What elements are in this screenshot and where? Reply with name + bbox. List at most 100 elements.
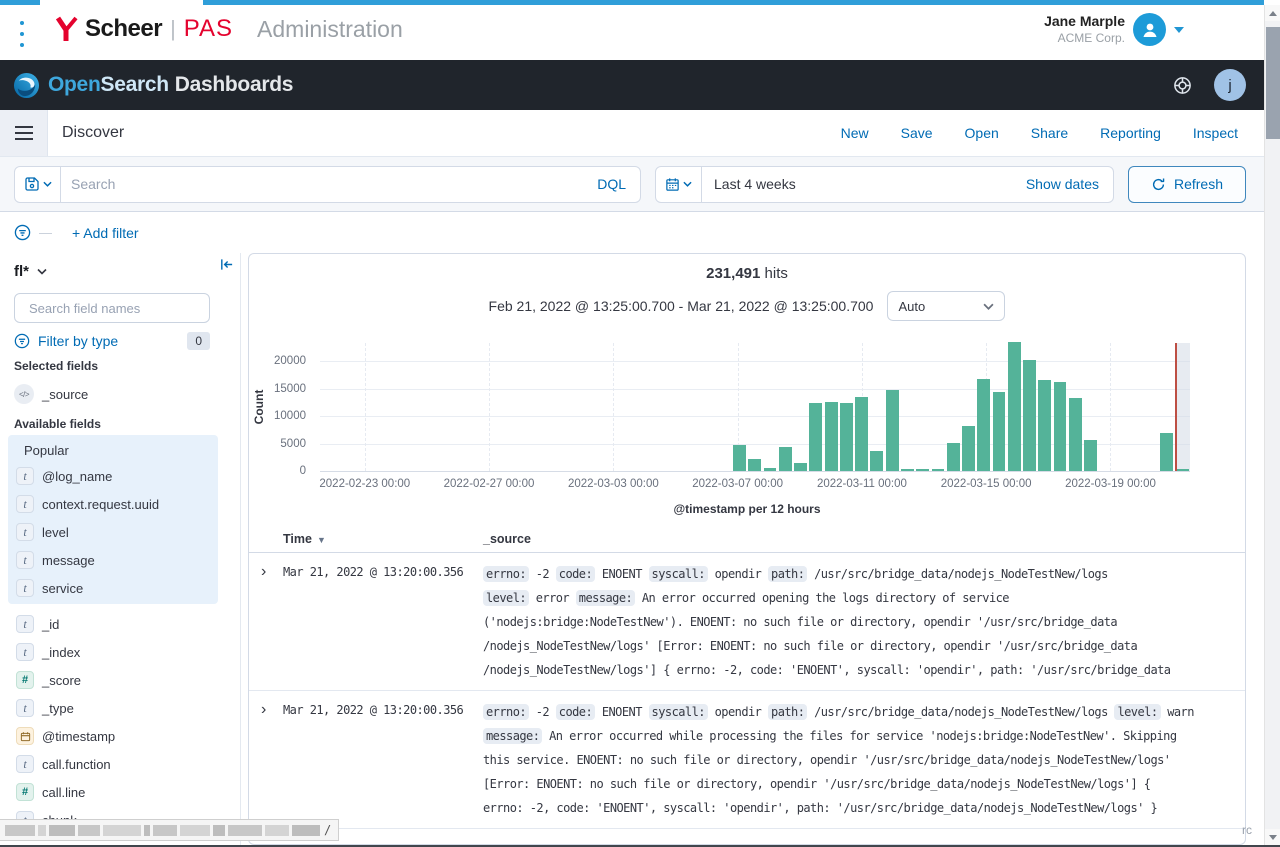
saved-query-menu-button[interactable]	[15, 167, 61, 202]
help-icon[interactable]	[1173, 76, 1192, 95]
nav-link-inspect[interactable]: Inspect	[1193, 125, 1238, 141]
time-range-value[interactable]: Last 4 weeks	[702, 176, 1026, 192]
hits-count: 231,491	[706, 265, 760, 282]
expand-row-button[interactable]: ›	[257, 700, 283, 820]
v-gridline	[1110, 343, 1111, 471]
field-item-_type[interactable]: t_type	[8, 694, 218, 722]
time-column-header[interactable]: Time▼	[283, 532, 483, 546]
histogram-bar	[977, 379, 990, 471]
redacted-url-block	[78, 825, 100, 836]
filter-bar: — + Add filter	[0, 212, 1264, 253]
interval-select[interactable]: Auto	[887, 291, 1005, 321]
vertical-scrollbar[interactable]	[1264, 5, 1280, 845]
user-dropdown-caret-icon[interactable]	[1174, 27, 1184, 33]
y-tick-label: 0	[250, 465, 306, 477]
histogram-bar	[1054, 382, 1067, 471]
field-item-service[interactable]: tservice	[8, 574, 218, 602]
field-item-_source[interactable]: </>_source	[0, 380, 240, 408]
y-tick-label: 15000	[250, 383, 306, 395]
y-tick-label: 5000	[250, 438, 306, 450]
discover-results-panel: 231,491 hits Feb 21, 2022 @ 13:25:00.700…	[248, 253, 1246, 845]
v-gridline	[489, 343, 490, 471]
query-language-button[interactable]: DQL	[583, 176, 640, 192]
osd-user-avatar[interactable]: j	[1214, 69, 1246, 101]
histogram-bar	[1069, 398, 1082, 471]
index-pattern-selector[interactable]: fl*	[0, 257, 240, 283]
source-column-header: _source	[483, 532, 1237, 546]
redacted-url-block	[49, 825, 75, 836]
field-type-number-icon: #	[16, 671, 34, 689]
scheer-divider: |	[170, 16, 176, 42]
chevron-down-icon	[37, 268, 47, 275]
field-item-@log_name[interactable]: t@log_name	[8, 462, 218, 490]
nav-link-share[interactable]: Share	[1031, 125, 1068, 141]
current-time-marker	[1175, 343, 1177, 471]
available-fields-heading: Available fields	[0, 417, 115, 431]
field-key-chip: path:	[768, 704, 807, 720]
field-type-string-icon: t	[16, 579, 34, 597]
nav-link-new[interactable]: New	[841, 125, 869, 141]
field-search-input[interactable]	[29, 301, 205, 316]
show-dates-button[interactable]: Show dates	[1026, 176, 1113, 192]
refresh-button[interactable]: Refresh	[1128, 166, 1246, 203]
y-tick-label: 20000	[250, 355, 306, 367]
search-box: DQL	[14, 166, 641, 203]
histogram-bar	[962, 426, 975, 471]
redacted-url-block	[265, 825, 289, 836]
doc-table-row: ›Mar 21, 2022 @ 13:20:00.356errno: -2 co…	[249, 553, 1245, 691]
sidebar-toggle-button[interactable]	[0, 110, 48, 156]
date-picker: Last 4 weeks Show dates	[655, 166, 1114, 203]
field-item-_index[interactable]: t_index	[8, 638, 218, 666]
current-bucket-shade	[1175, 343, 1190, 471]
redacted-url-block	[180, 825, 210, 836]
field-type-string-icon: t	[16, 755, 34, 773]
expand-row-button[interactable]: ›	[257, 562, 283, 682]
date-quick-select-button[interactable]	[656, 167, 702, 202]
doc-table-header: Time▼ _source	[249, 526, 1245, 553]
scroll-up-arrow[interactable]	[1265, 5, 1280, 21]
doc-table-row: ›Mar 21, 2022 @ 13:20:00.356errno: -2 co…	[249, 691, 1245, 829]
refresh-icon	[1151, 177, 1166, 192]
field-key-chip: errno:	[483, 566, 529, 582]
hits-line: 231,491 hits	[249, 265, 1245, 282]
user-names: Jane Marple ACME Corp.	[1044, 13, 1125, 46]
field-item-message[interactable]: tmessage	[8, 546, 218, 574]
field-item-level[interactable]: tlevel	[8, 518, 218, 546]
index-pattern-name: fl*	[14, 263, 29, 280]
nav-link-reporting[interactable]: Reporting	[1100, 125, 1161, 141]
field-key-chip: path:	[768, 566, 807, 582]
scrollbar-thumb[interactable]	[1266, 27, 1280, 139]
field-key-chip: code:	[556, 704, 595, 720]
histogram-bar	[993, 392, 1006, 471]
user-org: ACME Corp.	[1044, 31, 1125, 46]
query-bar: DQL Last 4 weeks Show dates Refresh	[0, 157, 1264, 212]
add-filter-button[interactable]: + Add filter	[72, 225, 139, 241]
field-item-_id[interactable]: t_id	[8, 610, 218, 638]
field-item-_score[interactable]: #_score	[8, 666, 218, 694]
x-tick-label: 2022-02-27 00:00	[444, 478, 535, 490]
scheer-logo: Scheer | PAS Administration	[55, 15, 403, 43]
nav-link-open[interactable]: Open	[965, 125, 999, 141]
search-input[interactable]	[61, 176, 583, 192]
histogram-bar	[1176, 469, 1189, 471]
nav-link-save[interactable]: Save	[901, 125, 933, 141]
field-item-call.function[interactable]: tcall.function	[8, 750, 218, 778]
redacted-url-block	[213, 825, 225, 836]
filter-icon[interactable]	[14, 224, 31, 241]
histogram-bar	[809, 403, 822, 471]
field-item-@timestamp[interactable]: @timestamp	[8, 722, 218, 750]
fields-sidebar: fl* Filter by type 0 Selected fields </>…	[0, 253, 241, 845]
histogram-bar	[932, 469, 945, 471]
field-item-call.line[interactable]: #call.line	[8, 778, 218, 806]
collapse-sidebar-button[interactable]	[217, 255, 236, 279]
kebab-menu-icon[interactable]	[18, 21, 26, 47]
opensearch-logo: OpenSearchDashboards	[13, 72, 293, 99]
user-menu[interactable]: Jane Marple ACME Corp.	[1044, 13, 1184, 46]
histogram-bar	[794, 463, 807, 471]
scroll-down-arrow[interactable]	[1265, 829, 1280, 845]
field-item-context.request.uuid[interactable]: tcontext.request.uuid	[8, 490, 218, 518]
field-key-chip: code:	[556, 566, 595, 582]
filter-by-type-button[interactable]: Filter by type 0	[14, 332, 210, 350]
redacted-url-block	[228, 825, 262, 836]
user-avatar-icon[interactable]	[1133, 13, 1166, 46]
